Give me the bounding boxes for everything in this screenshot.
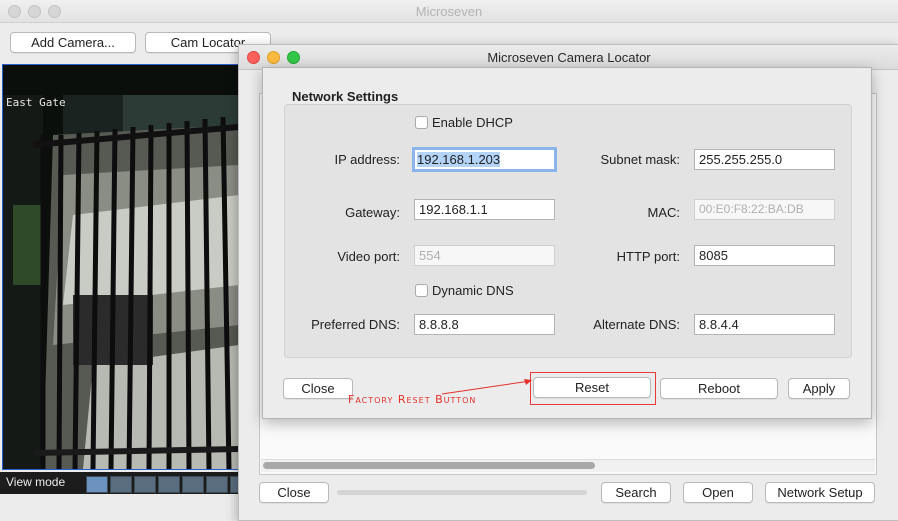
locator-window-title: Microseven Camera Locator — [487, 50, 651, 65]
search-button[interactable]: Search — [601, 482, 671, 503]
ip-address-label: IP address: — [334, 152, 400, 167]
locator-close-button[interactable]: Close — [259, 482, 329, 503]
alternate-dns-label: Alternate DNS: — [593, 317, 680, 332]
alternate-dns-input[interactable]: 8.8.4.4 — [694, 314, 835, 335]
dialog-close-button[interactable]: Close — [283, 378, 353, 399]
mac-label: MAC: — [647, 205, 681, 220]
subnet-mask-input[interactable]: 255.255.255.0 — [694, 149, 835, 170]
six-view-icon[interactable] — [134, 476, 156, 493]
search-progress-bar — [337, 490, 587, 495]
view-mode-label: View mode — [6, 475, 66, 489]
dynamic-dns-checkbox[interactable] — [415, 284, 428, 297]
quad-view-icon[interactable] — [110, 476, 132, 493]
reboot-button[interactable]: Reboot — [660, 378, 778, 399]
nine-view-icon[interactable] — [182, 476, 204, 493]
thirteen-view-icon[interactable] — [206, 476, 228, 493]
dynamic-dns-label: Dynamic DNS — [432, 283, 514, 298]
open-button[interactable]: Open — [683, 482, 753, 503]
list-horizontal-scrollbar[interactable] — [261, 459, 875, 472]
camera-feed[interactable]: East Gate — [2, 64, 240, 470]
scrollbar-thumb[interactable] — [263, 462, 595, 469]
ip-address-input[interactable]: 192.168.1.203 — [412, 147, 557, 172]
add-camera-button[interactable]: Add Camera... — [10, 32, 136, 53]
camera-overlay-label: East Gate — [6, 96, 66, 109]
enable-dhcp-checkbox[interactable] — [415, 116, 428, 129]
network-settings-title: Network Settings — [292, 89, 399, 104]
annotation-highlight-box — [530, 372, 656, 405]
video-port-input: 554 — [414, 245, 555, 266]
video-port-label: Video port: — [337, 249, 400, 264]
gateway-input[interactable]: 192.168.1.1 — [414, 199, 555, 220]
http-port-input[interactable]: 8085 — [694, 245, 835, 266]
mac-input: 00:E0:F8:22:BA:DB — [694, 199, 835, 220]
single-view-icon[interactable] — [86, 476, 108, 493]
main-window-title: Microseven — [415, 4, 483, 19]
ip-address-value: 192.168.1.203 — [417, 152, 501, 167]
enable-dhcp-label: Enable DHCP — [432, 115, 513, 130]
apply-button[interactable]: Apply — [788, 378, 850, 399]
camera-image — [3, 65, 239, 469]
preferred-dns-input[interactable]: 8.8.8.8 — [414, 314, 555, 335]
http-port-label: HTTP port: — [616, 249, 680, 264]
network-setup-button[interactable]: Network Setup — [765, 482, 875, 503]
preferred-dns-label: Preferred DNS: — [311, 317, 400, 332]
gateway-label: Gateway: — [345, 205, 400, 220]
eight-view-icon[interactable] — [158, 476, 180, 493]
subnet-mask-label: Subnet mask: — [600, 152, 681, 167]
annotation-label: Factory Reset Button — [348, 393, 477, 406]
